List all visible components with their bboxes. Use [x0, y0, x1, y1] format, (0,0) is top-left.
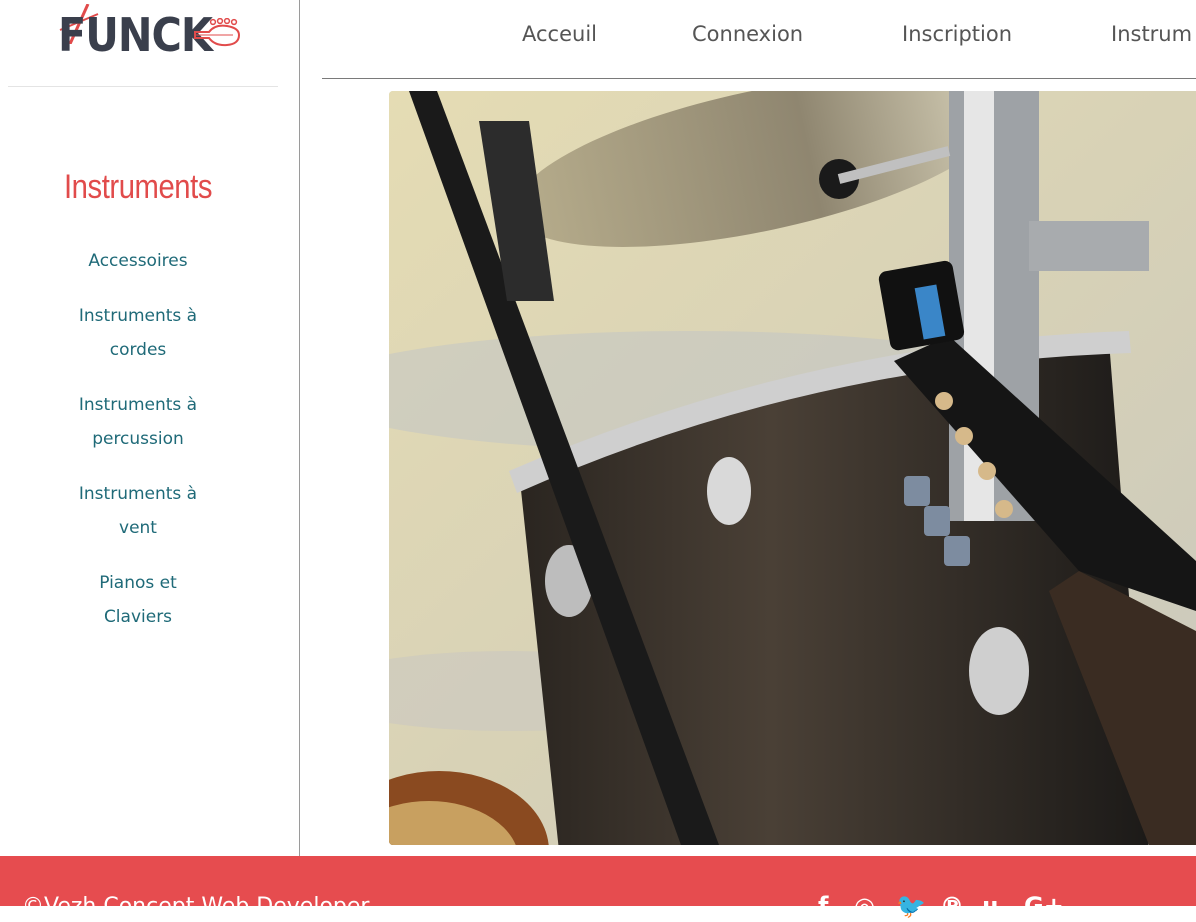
logo-text: FUNCK: [58, 8, 213, 62]
top-nav: Acceuil Connexion Inscription Instrum: [322, 0, 1196, 79]
nav-connexion[interactable]: Connexion: [692, 22, 803, 46]
pinterest-icon[interactable]: ℗: [940, 892, 964, 920]
hero-image: [389, 91, 1196, 845]
footer-copyright: ©Vezh Concept Web Developer: [22, 894, 370, 919]
sidebar-item-label: Instruments à: [78, 306, 198, 326]
google-plus-icon[interactable]: G+: [1024, 892, 1064, 920]
logo[interactable]: FUNCK: [48, 4, 243, 66]
sidebar-menu: Accessoires Instruments à cordes Instrum…: [0, 244, 276, 655]
twitter-icon[interactable]: 🐦: [896, 892, 926, 920]
sidebar-item-vent[interactable]: Instruments à vent: [0, 477, 276, 545]
guitar-head-icon: [194, 18, 241, 47]
sidebar-item-percussion[interactable]: Instruments à percussion: [0, 388, 276, 456]
facebook-icon[interactable]: f: [818, 892, 828, 920]
sidebar-item-label: cordes: [109, 340, 167, 360]
unknown-icon[interactable]: ıı: [982, 892, 998, 920]
sidebar-title: Instruments: [63, 168, 213, 206]
nav-instruments[interactable]: Instrum: [1111, 22, 1192, 46]
sidebar-item-label: Claviers: [103, 607, 173, 627]
sidebar-item-label: Instruments à: [78, 484, 198, 504]
drum-kit-photo: [389, 91, 1196, 845]
footer: ©Vezh Concept Web Developer f ◎ 🐦 ℗ ıı G…: [0, 856, 1196, 920]
sidebar-item-label: percussion: [92, 429, 184, 449]
sidebar-item-accessoires[interactable]: Accessoires: [0, 244, 276, 278]
instagram-icon[interactable]: ◎: [854, 892, 875, 920]
sidebar-item-label: Accessoires: [88, 251, 188, 271]
sidebar-item-claviers[interactable]: Pianos et Claviers: [0, 566, 276, 634]
logo-divider: [8, 86, 278, 87]
sidebar-item-label: vent: [119, 518, 157, 538]
nav-acceuil[interactable]: Acceuil: [522, 22, 597, 46]
sidebar-item-cordes[interactable]: Instruments à cordes: [0, 299, 276, 367]
sidebar-item-label: Instruments à: [78, 395, 198, 415]
sidebar: FUNCK Instruments Accessoires Instrument…: [0, 0, 300, 856]
sidebar-item-label: Pianos et: [99, 573, 177, 593]
nav-inscription[interactable]: Inscription: [902, 22, 1012, 46]
